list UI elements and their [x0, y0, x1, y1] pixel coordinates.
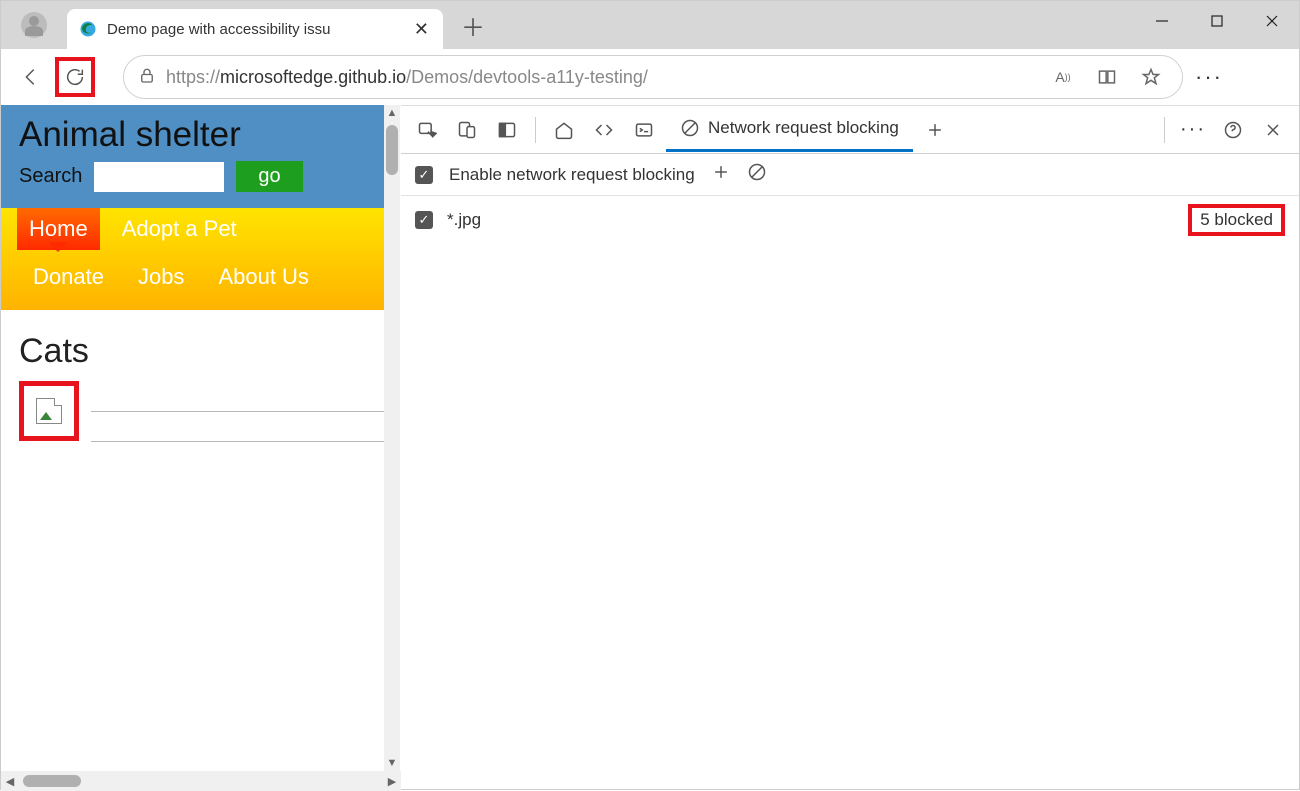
refresh-button[interactable]	[55, 57, 95, 97]
broken-image-highlight	[19, 381, 79, 441]
lock-icon	[138, 67, 156, 88]
horizontal-scroll-thumb[interactable]	[23, 775, 81, 787]
tab-label: Network request blocking	[708, 118, 899, 138]
scroll-down-arrow[interactable]: ▼	[384, 755, 400, 771]
tab-close-icon[interactable]: ✕	[414, 19, 429, 40]
page-header: Animal shelter Search go	[1, 105, 384, 208]
block-icon	[680, 118, 700, 138]
nav-jobs[interactable]: Jobs	[126, 256, 196, 298]
welcome-tab-icon[interactable]	[546, 112, 582, 148]
blocked-count: 5 blocked	[1188, 204, 1285, 236]
vertical-scroll-thumb[interactable]	[386, 125, 398, 175]
edge-favicon	[79, 20, 97, 38]
vertical-scrollbar[interactable]: ▲ ▼	[384, 105, 400, 771]
site-title: Animal shelter	[19, 115, 366, 155]
blocking-toolbar: ✓ Enable network request blocking	[401, 154, 1299, 196]
minimize-button[interactable]	[1134, 1, 1189, 41]
devtools-panel: Network request blocking ··· ✓ Enable ne…	[401, 105, 1299, 791]
window-controls	[1134, 1, 1299, 41]
help-icon[interactable]	[1215, 112, 1251, 148]
device-toggle-icon[interactable]	[449, 112, 485, 148]
nav-home[interactable]: Home	[17, 208, 100, 250]
maximize-button[interactable]	[1189, 1, 1244, 41]
pattern-text: *.jpg	[447, 210, 481, 230]
devtools-tabbar: Network request blocking ···	[401, 106, 1299, 154]
scroll-up-arrow[interactable]: ▲	[384, 105, 400, 121]
inspect-icon[interactable]	[409, 112, 445, 148]
elements-tab-icon[interactable]	[586, 112, 622, 148]
devtools-close-icon[interactable]	[1255, 112, 1291, 148]
reader-mode-icon[interactable]	[1090, 67, 1124, 87]
url-text: https://microsoftedge.github.io/Demos/de…	[166, 67, 1036, 88]
browser-toolbar: https://microsoftedge.github.io/Demos/de…	[1, 49, 1299, 105]
settings-more-button[interactable]: ···	[1187, 64, 1231, 90]
address-bar[interactable]: https://microsoftedge.github.io/Demos/de…	[123, 55, 1183, 99]
blocking-pattern-row[interactable]: ✓ *.jpg 5 blocked	[401, 196, 1299, 244]
nav-donate[interactable]: Donate	[21, 256, 116, 298]
horizontal-scrollbar[interactable]: ◀ ▶	[1, 771, 401, 791]
broken-image-icon	[36, 398, 62, 424]
nav-about[interactable]: About Us	[206, 256, 321, 298]
back-button[interactable]	[11, 57, 51, 97]
dock-side-icon[interactable]	[489, 112, 525, 148]
scroll-left-arrow[interactable]: ◀	[1, 775, 19, 788]
new-tab-icon[interactable]	[917, 112, 953, 148]
enable-blocking-label: Enable network request blocking	[449, 165, 695, 185]
nav-adopt[interactable]: Adopt a Pet	[110, 208, 249, 250]
console-tab-icon[interactable]	[626, 112, 662, 148]
close-window-button[interactable]	[1244, 1, 1299, 41]
network-blocking-tab[interactable]: Network request blocking	[666, 108, 913, 152]
go-button[interactable]: go	[236, 161, 302, 192]
section-heading: Cats	[1, 310, 384, 381]
profile-avatar[interactable]	[21, 12, 47, 38]
new-tab-button[interactable]: ＋	[461, 8, 485, 43]
page-viewport: Animal shelter Search go Home Adopt a Pe…	[1, 105, 401, 791]
search-label: Search	[19, 165, 82, 188]
site-nav: Home Adopt a Pet Donate Jobs About Us	[1, 208, 384, 310]
clear-patterns-icon[interactable]	[747, 162, 767, 187]
enable-blocking-checkbox[interactable]: ✓	[415, 166, 433, 184]
pattern-checkbox[interactable]: ✓	[415, 211, 433, 229]
window-titlebar: Demo page with accessibility issu ✕ ＋	[1, 1, 1299, 49]
browser-tab[interactable]: Demo page with accessibility issu ✕	[67, 9, 443, 49]
scroll-right-arrow[interactable]: ▶	[383, 775, 401, 788]
favorites-icon[interactable]	[1134, 67, 1168, 87]
read-aloud-icon[interactable]: A))	[1046, 69, 1080, 85]
tab-title: Demo page with accessibility issu	[107, 21, 404, 38]
add-pattern-icon[interactable]	[711, 162, 731, 187]
search-input[interactable]	[94, 162, 224, 192]
devtools-more-icon[interactable]: ···	[1175, 112, 1211, 148]
